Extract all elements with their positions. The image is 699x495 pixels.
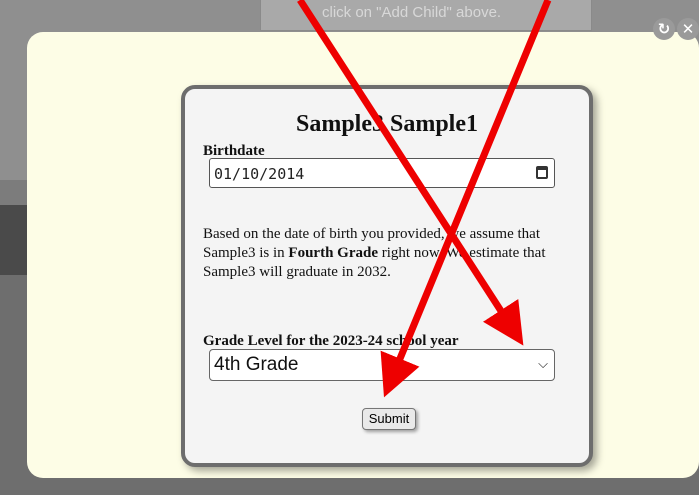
grade-level-label: Grade Level for the 2023-24 school year: [203, 333, 459, 349]
modal-dialog: Sample3 Sample1 Birthdate 01/10/2014 Bas…: [27, 32, 699, 478]
birthdate-value: 01/10/2014: [214, 165, 305, 183]
refresh-icon[interactable]: ↻: [653, 18, 675, 40]
child-grade-card: Sample3 Sample1 Birthdate 01/10/2014 Bas…: [181, 85, 593, 467]
window-controls: ↻ ✕: [653, 18, 699, 40]
birthdate-input[interactable]: 01/10/2014: [209, 158, 555, 188]
grade-level-select[interactable]: 4th Grade ⌵: [209, 349, 555, 381]
chevron-down-icon: ⌵: [538, 357, 548, 372]
submit-button[interactable]: Submit: [362, 408, 416, 430]
calendar-icon[interactable]: [536, 166, 548, 179]
student-name-title: Sample3 Sample1: [295, 111, 478, 137]
grade-estimate-message: Based on the date of birth you provided,…: [203, 225, 548, 282]
background-hint-text: click on "Add Child" above.: [322, 4, 502, 21]
grade-level-selected: 4th Grade: [214, 354, 299, 375]
close-icon[interactable]: ✕: [677, 18, 699, 40]
message-grade: Fourth Grade: [288, 245, 378, 261]
